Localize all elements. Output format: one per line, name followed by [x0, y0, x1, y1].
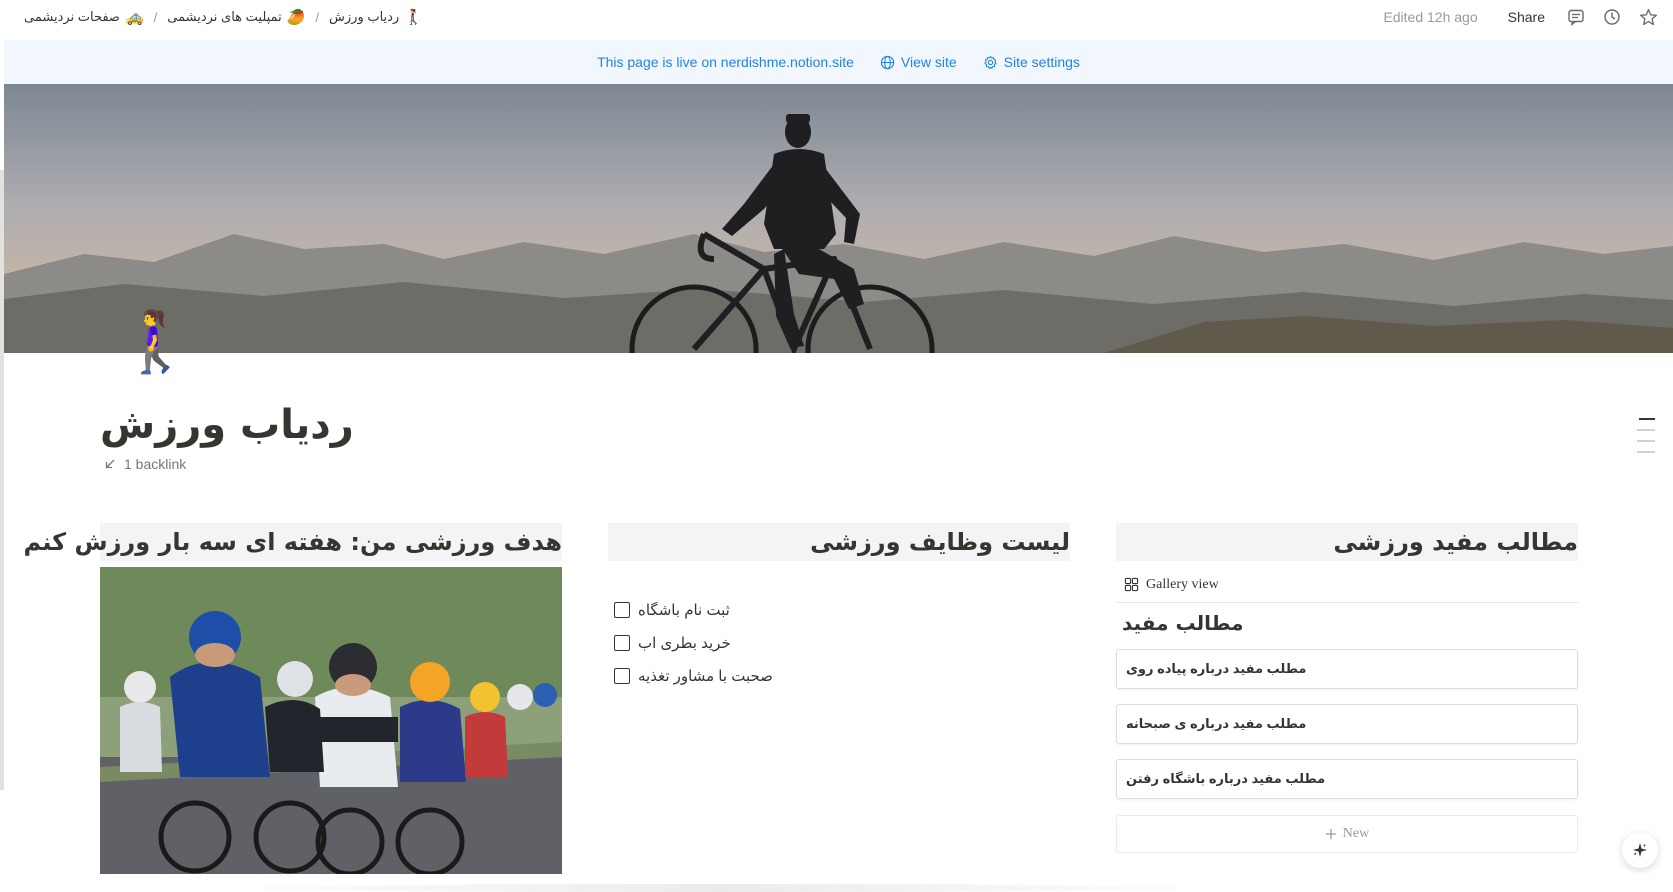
site-settings-link[interactable]: Site settings — [983, 54, 1080, 70]
todo-heading-block[interactable]: لیست وظایف ورزشی — [608, 523, 1070, 561]
breadcrumb: 🚕 صفحات نردیشمی / 🥭 تمپلیت های نردیشمی /… — [24, 8, 423, 26]
site-live-text[interactable]: This page is live on nerdishme.notion.si… — [597, 54, 854, 70]
cyclists-photo[interactable] — [100, 567, 562, 874]
mango-icon: 🥭 — [286, 9, 306, 26]
breadcrumb-label: صفحات نردیشمی — [24, 9, 120, 24]
gallery-card[interactable]: مطلب مفید درباره پیاده روی — [1116, 649, 1578, 689]
window-edge — [0, 170, 4, 790]
gallery-view-label: Gallery view — [1146, 576, 1219, 592]
site-live-banner: This page is live on nerdishme.notion.si… — [4, 40, 1673, 84]
database-title[interactable]: مطالب مفید — [1116, 611, 1578, 635]
todo-checkbox[interactable] — [614, 668, 630, 684]
toc-mark[interactable] — [1637, 451, 1655, 453]
sparkle-icon — [1633, 843, 1647, 857]
site-settings-label: Site settings — [1003, 54, 1080, 70]
new-card-button[interactable]: New — [1116, 815, 1578, 853]
history-icon[interactable] — [1601, 6, 1623, 28]
topbar: 🚕 صفحات نردیشمی / 🥭 تمپلیت های نردیشمی /… — [0, 0, 1673, 38]
share-button[interactable]: Share — [1508, 9, 1545, 25]
cover-image[interactable] — [4, 84, 1673, 353]
todo-column: لیست وظایف ورزشی ثبت نام باشگاه خرید بطر… — [608, 523, 1070, 685]
articles-column: مطالب مفید ورزشی Gallery view مطالب مفید… — [1116, 523, 1578, 853]
plus-icon — [1325, 829, 1336, 839]
toc-mark[interactable] — [1639, 418, 1655, 420]
card-title: مطلب مفید درباره ی صبحانه — [1126, 716, 1307, 731]
gallery-card[interactable]: مطلب مفید درباره ی صبحانه — [1116, 704, 1578, 744]
ai-assistant-button[interactable] — [1622, 832, 1658, 868]
todo-label[interactable]: خرید بطری اب — [638, 634, 731, 652]
goal-heading: هدف ورزشی من: هفته ای سه بار ورزش کنم — [23, 528, 563, 556]
gear-icon — [984, 55, 997, 69]
todo-item[interactable]: ثبت نام باشگاه — [614, 601, 1070, 619]
breadcrumb-label: تمپلیت های نردیشمی — [167, 9, 282, 24]
card-title: مطلب مفید درباره باشگاه رفتن — [1126, 771, 1326, 786]
backlink-label: 1 backlink — [124, 456, 187, 472]
todo-label[interactable]: ثبت نام باشگاه — [638, 601, 730, 619]
breadcrumb-item-3[interactable]: 🚶‍♀️ ردیاب ورزش — [329, 8, 423, 26]
breadcrumb-separator: / — [315, 9, 320, 25]
gallery-card[interactable]: مطلب مفید درباره باشگاه رفتن — [1116, 759, 1578, 799]
peloton-illustration — [100, 567, 562, 874]
gallery-cards: مطلب مفید درباره پیاده روی مطلب مفید درب… — [1116, 649, 1578, 799]
walking-person-icon: 🚶‍♀️ — [404, 9, 423, 26]
globe-icon — [880, 55, 895, 69]
articles-heading-block[interactable]: مطالب مفید ورزشی — [1116, 523, 1578, 561]
new-card-label: New — [1342, 826, 1370, 841]
toc-mark[interactable] — [1637, 429, 1655, 431]
breadcrumb-label: ردیاب ورزش — [329, 9, 400, 24]
backlink-button[interactable]: 1 backlink — [104, 456, 186, 472]
todo-heading: لیست وظایف ورزشی — [810, 528, 1070, 556]
star-icon[interactable] — [1637, 6, 1659, 28]
toc-mark[interactable] — [1637, 440, 1655, 442]
page-emoji-icon[interactable]: 🚶‍♀️ — [118, 312, 193, 372]
arrow-down-left-icon — [105, 459, 115, 469]
goal-column: هدف ورزشی من: هفته ای سه بار ورزش کنم — [24, 523, 563, 874]
page-title[interactable]: ردیاب ورزش — [100, 402, 354, 448]
todo-checkbox[interactable] — [614, 602, 630, 618]
table-of-contents-marks[interactable] — [1637, 418, 1655, 453]
todo-checkbox[interactable] — [614, 635, 630, 651]
breadcrumb-item-1[interactable]: 🚕 صفحات نردیشمی — [24, 8, 144, 26]
breadcrumb-item-2[interactable]: 🥭 تمپلیت های نردیشمی — [167, 8, 305, 26]
todo-list: ثبت نام باشگاه خرید بطری اب صحبت با مشاو… — [608, 601, 1070, 685]
articles-heading: مطالب مفید ورزشی — [1333, 528, 1578, 556]
scroll-shadow — [200, 884, 1240, 892]
todo-item[interactable]: خرید بطری اب — [614, 634, 1070, 652]
gallery-grid-icon — [1124, 577, 1139, 592]
view-site-label: View site — [900, 54, 957, 70]
cover-cyclist-scene — [4, 84, 1673, 353]
todo-label[interactable]: صحبت با مشاور تغذیه — [638, 667, 773, 685]
topbar-actions: Edited 12h ago Share — [1383, 6, 1659, 28]
gallery-view-tab[interactable]: Gallery view — [1116, 567, 1578, 603]
taxi-icon: 🚕 — [124, 9, 144, 26]
goal-heading-block[interactable]: هدف ورزشی من: هفته ای سه بار ورزش کنم — [24, 523, 563, 561]
todo-item[interactable]: صحبت با مشاور تغذیه — [614, 667, 1070, 685]
comment-icon[interactable] — [1565, 6, 1587, 28]
breadcrumb-separator: / — [153, 9, 158, 25]
edited-timestamp: Edited 12h ago — [1383, 9, 1478, 25]
view-site-link[interactable]: View site — [880, 54, 957, 70]
card-title: مطلب مفید درباره پیاده روی — [1126, 661, 1307, 676]
